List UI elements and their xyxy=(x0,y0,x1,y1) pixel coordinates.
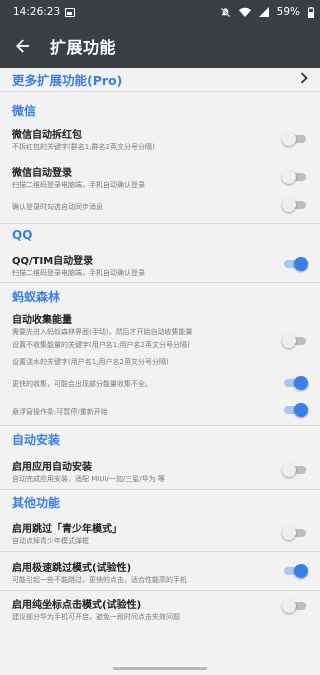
home-indicator[interactable] xyxy=(113,667,207,670)
forest-float-row[interactable]: 悬浮窗操作条:可暂停/重新开始 xyxy=(0,402,320,422)
coord-click-title: 启用纯坐标点击模式(试验性) xyxy=(12,600,142,611)
status-icons: 59% xyxy=(220,6,314,18)
image-notification-icon xyxy=(65,7,76,17)
forest-collect-title: 自动收集能量 xyxy=(12,315,72,326)
status-time: 14:26:23 xyxy=(13,6,61,18)
arrow-back-icon xyxy=(16,39,30,53)
fast-skip-subtitle: 可能引起一些不能跳过，更快的点击，适合性能高的手机 xyxy=(12,576,187,584)
forest-collect-subtitle-2: 设置不收集能量的关键字(用户名1;用户名2英文分号分隔) xyxy=(12,341,190,349)
forest-collect-subtitle-1: 需要先进入蚂蚁森林界面(手动)，然后才开始自动收集能量 xyxy=(12,328,193,336)
section-auto-install: 自动安装 xyxy=(12,433,61,447)
forest-float-toggle[interactable] xyxy=(283,403,308,417)
fast-skip-title: 启用极速跳过模式(试验性) xyxy=(12,563,132,574)
forest-collect-subtitle-3: 设置浇水的关键字(用户名1;用户名2英文分号分隔) xyxy=(12,358,169,366)
auto-install-title: 启用应用自动安装 xyxy=(12,462,92,473)
forest-fast-row[interactable]: 更快的收集，可能会出现部分能量收集不全。 xyxy=(0,374,320,394)
mute-icon xyxy=(220,7,230,17)
divider xyxy=(0,282,320,283)
gesture-bar xyxy=(0,658,320,675)
battery-percent: 59% xyxy=(276,6,300,18)
qq-login-title: QQ/TIM自动登录 xyxy=(12,256,94,267)
wechat-redpacket-title: 微信自动拆红包 xyxy=(12,130,82,141)
divider xyxy=(0,489,320,490)
forest-collect-row[interactable]: 自动收集能量 需要先进入蚂蚁森林界面(手动)，然后才开始自动收集能量 设置不收集… xyxy=(0,311,320,369)
forest-collect-toggle[interactable] xyxy=(282,334,307,348)
skip-youth-subtitle: 自动点掉青少年模式弹框 xyxy=(12,537,89,545)
wechat-redpacket-toggle[interactable] xyxy=(282,132,307,146)
section-ant-forest: 蚂蚁森林 xyxy=(12,290,61,304)
divider xyxy=(0,425,320,426)
coord-click-toggle[interactable] xyxy=(282,599,307,613)
auto-install-row[interactable]: 启用应用自动安装 自动完成应用安装，适配 MIUI/一加/三星/华为 等 xyxy=(0,456,320,486)
section-qq: QQ xyxy=(12,228,33,242)
fast-skip-toggle[interactable] xyxy=(283,564,308,578)
wechat-login-toggle[interactable] xyxy=(282,170,307,184)
chevron-right-icon xyxy=(300,72,308,84)
auto-install-toggle[interactable] xyxy=(282,463,307,477)
divider xyxy=(0,223,320,224)
wechat-login-row[interactable]: 微信自动登录 扫描二维码登录电脑端，手机自动确认登录 xyxy=(0,162,320,192)
wechat-sync-toggle[interactable] xyxy=(282,198,307,212)
fast-skip-row[interactable]: 启用极速跳过模式(试验性) 可能引起一些不能跳过，更快的点击，适合性能高的手机 xyxy=(0,557,320,587)
wechat-redpacket-row[interactable]: 微信自动拆红包 不拆红包的关键字(群名1;群名2英文分号分隔) xyxy=(0,124,320,154)
coord-click-subtitle: 建议部分华为手机可开启，避免一段时间点击失效问题 xyxy=(12,613,180,621)
wifi-icon xyxy=(238,7,251,17)
wechat-sync-row[interactable]: 确认登录时勾选自动同步消息 xyxy=(0,196,320,216)
section-wechat: 微信 xyxy=(12,104,37,118)
wechat-login-title: 微信自动登录 xyxy=(12,168,72,179)
qq-login-row[interactable]: QQ/TIM自动登录 扫描二维码登录电脑端，手机自动确认登录 xyxy=(0,250,320,280)
battery-icon xyxy=(308,6,314,18)
forest-fast-toggle[interactable] xyxy=(283,376,308,390)
app-bar: 扩展功能 xyxy=(0,24,320,68)
wechat-login-subtitle: 扫描二维码登录电脑端，手机自动确认登录 xyxy=(12,181,145,189)
skip-youth-toggle[interactable] xyxy=(282,526,307,540)
wechat-redpacket-subtitle: 不拆红包的关键字(群名1;群名2英文分号分隔) xyxy=(12,143,155,151)
auto-install-subtitle: 自动完成应用安装，适配 MIUI/一加/三星/华为 等 xyxy=(12,475,165,483)
more-features-label: 更多扩展功能(Pro) xyxy=(12,72,123,88)
divider xyxy=(0,91,320,92)
page-title: 扩展功能 xyxy=(50,38,117,57)
forest-fast-subtitle: 更快的收集，可能会出现部分能量收集不全。 xyxy=(12,380,152,388)
back-button[interactable] xyxy=(0,24,46,68)
divider xyxy=(0,590,320,591)
section-other: 其他功能 xyxy=(12,496,61,510)
divider xyxy=(0,551,320,552)
qq-login-toggle[interactable] xyxy=(283,257,308,271)
wechat-sync-subtitle: 确认登录时勾选自动同步消息 xyxy=(12,203,103,211)
coord-click-row[interactable]: 启用纯坐标点击模式(试验性) 建议部分华为手机可开启，避免一段时间点击失效问题 xyxy=(0,594,320,624)
signal-icon xyxy=(258,7,269,17)
skip-youth-title: 启用跳过「青少年模式」 xyxy=(12,524,122,535)
more-features-row[interactable]: 更多扩展功能(Pro) xyxy=(0,68,320,90)
status-bar: 14:26:23 59% xyxy=(0,0,320,24)
qq-login-subtitle: 扫描二维码登录电脑端，手机自动确认登录 xyxy=(12,269,145,277)
forest-float-subtitle: 悬浮窗操作条:可暂停/重新开始 xyxy=(12,408,108,416)
skip-youth-row[interactable]: 启用跳过「青少年模式」 自动点掉青少年模式弹框 xyxy=(0,518,320,548)
